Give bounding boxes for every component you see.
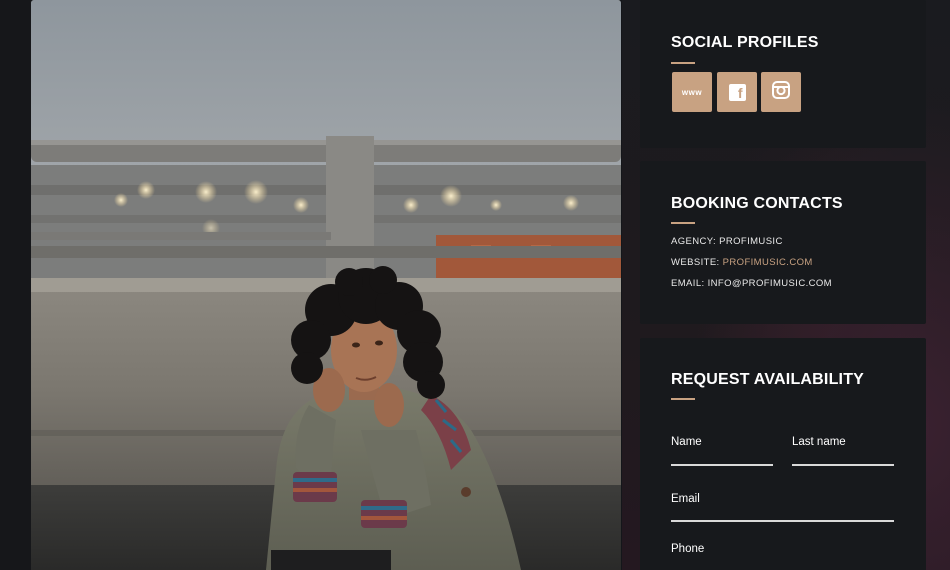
instagram-button[interactable] xyxy=(761,72,801,112)
email-row: EMAIL: INFO@PROFIMUSIC.COM xyxy=(671,278,832,289)
last-name-underline xyxy=(792,464,894,466)
website-label: WEBSITE: xyxy=(671,257,720,268)
email-label: EMAIL: xyxy=(671,278,705,289)
request-availability-panel: REQUEST AVAILABILITY Name Last name Emai… xyxy=(640,338,926,570)
email-input[interactable] xyxy=(671,496,894,520)
facebook-button[interactable]: f xyxy=(717,72,757,112)
booking-contacts-panel: BOOKING CONTACTS AGENCY: PROFIMUSIC WEBS… xyxy=(640,161,926,324)
website-row: WEBSITE: PROFIMUSIC.COM xyxy=(671,257,813,268)
title-accent-line xyxy=(671,222,695,224)
social-profiles-title: SOCIAL PROFILES xyxy=(671,34,819,51)
title-accent-line xyxy=(671,398,695,400)
website-button[interactable]: www xyxy=(672,72,712,112)
website-icon: www xyxy=(681,87,703,97)
title-accent-line xyxy=(671,62,695,64)
agency-label: AGENCY: xyxy=(671,236,717,247)
agency-value: PROFIMUSIC xyxy=(719,236,783,247)
last-name-input[interactable] xyxy=(792,440,894,464)
artist-photo xyxy=(31,0,621,570)
social-profiles-panel: SOCIAL PROFILES www f xyxy=(640,0,926,148)
left-margin xyxy=(0,0,32,570)
request-availability-title: REQUEST AVAILABILITY xyxy=(671,371,865,388)
email-value[interactable]: INFO@PROFIMUSIC.COM xyxy=(708,278,832,289)
email-underline xyxy=(671,520,894,522)
name-underline xyxy=(671,464,773,466)
instagram-icon xyxy=(772,80,790,104)
booking-contacts-title: BOOKING CONTACTS xyxy=(671,195,843,212)
name-input[interactable] xyxy=(671,440,773,464)
facebook-icon: f xyxy=(728,83,746,101)
phone-input[interactable] xyxy=(671,546,894,570)
website-link[interactable]: PROFIMUSIC.COM xyxy=(723,257,813,268)
agency-row: AGENCY: PROFIMUSIC xyxy=(671,236,783,247)
